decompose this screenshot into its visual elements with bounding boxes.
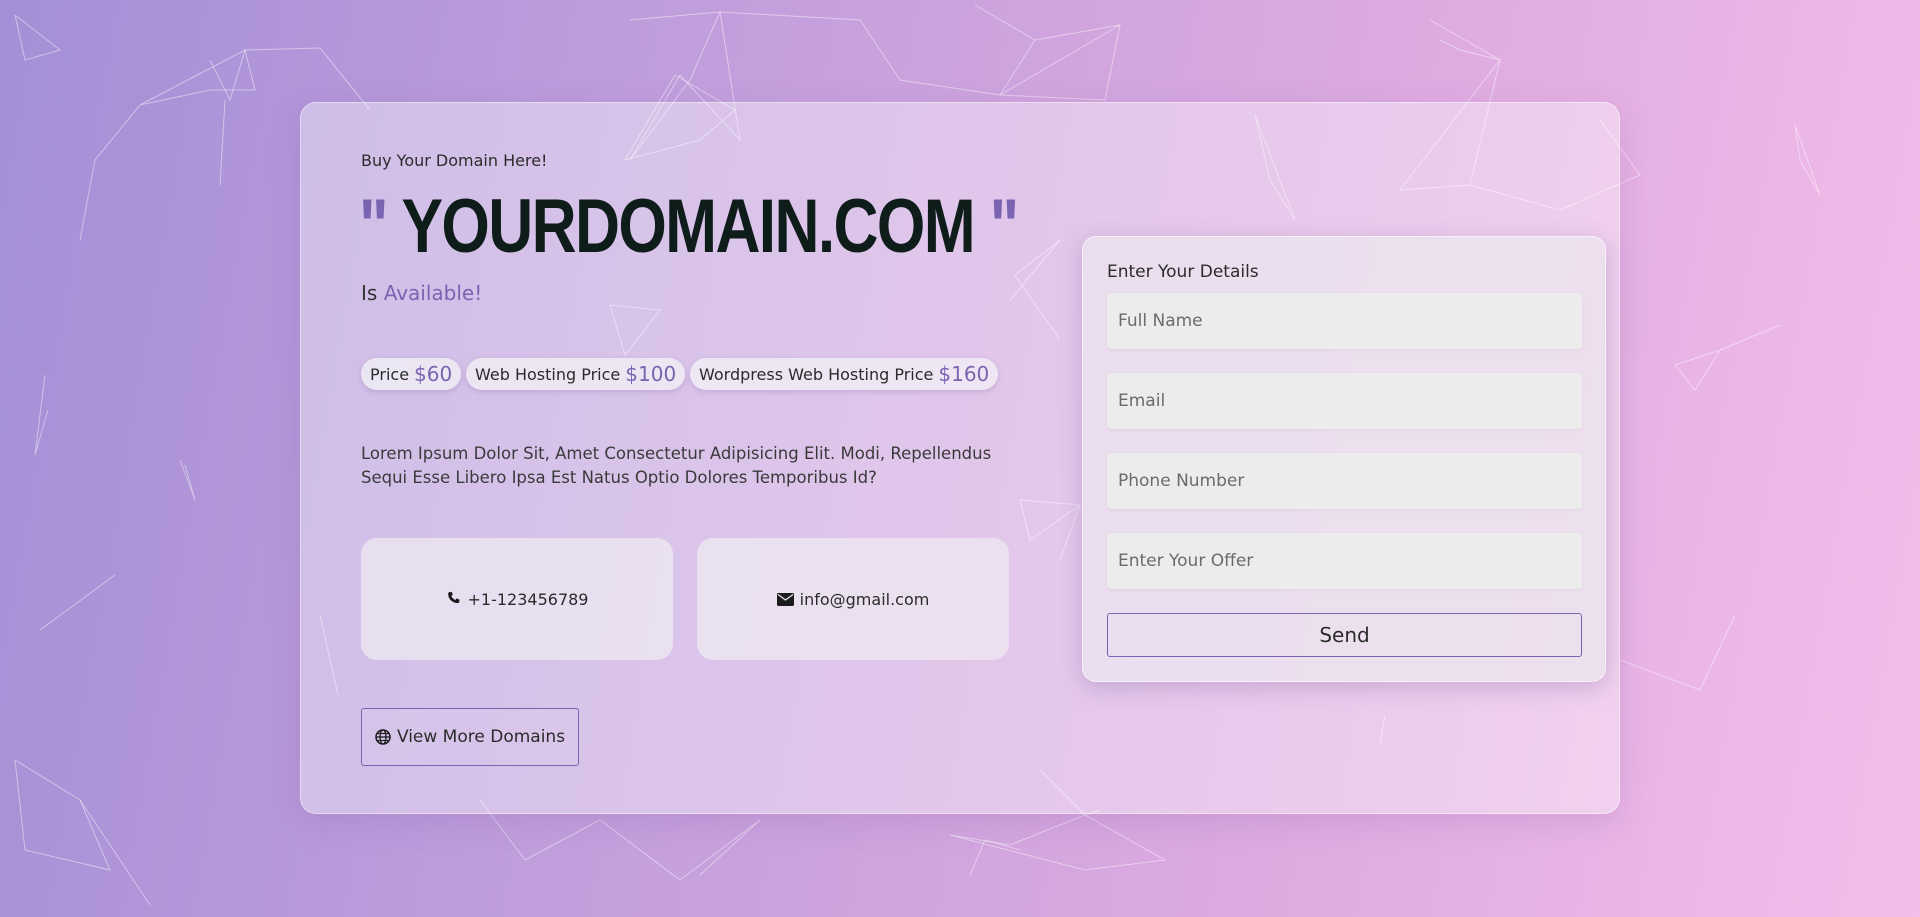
availability-prefix: Is — [361, 281, 378, 305]
price-pill-domain: Price $60 — [361, 358, 462, 390]
price-pill-web-hosting: Web Hosting Price $100 — [466, 358, 686, 390]
globe-icon — [375, 729, 391, 745]
phone-number-input[interactable] — [1107, 453, 1582, 509]
description-text: Lorem Ipsum Dolor Sit, Amet Consectetur … — [361, 444, 992, 487]
email-contact-card[interactable]: info@gmail.com — [697, 538, 1009, 660]
price-amount: $160 — [938, 362, 990, 386]
phone-icon — [447, 591, 460, 604]
kicker-text: Buy Your Domain Here! — [361, 151, 548, 170]
full-name-input[interactable] — [1107, 293, 1582, 349]
envelope-icon — [776, 592, 794, 606]
view-more-domains-label: View More Domains — [396, 727, 566, 747]
email-input[interactable] — [1107, 373, 1582, 429]
email-address: info@gmail.com — [799, 589, 930, 609]
form-title: Enter Your Details — [1107, 262, 1259, 282]
offer-input[interactable] — [1107, 533, 1582, 589]
price-label: Price — [370, 364, 410, 384]
availability-word: Available! — [383, 281, 483, 305]
view-more-domains-button[interactable]: View More Domains — [361, 708, 579, 766]
price-label: Wordpress Web Hosting Price — [699, 364, 934, 384]
send-button[interactable]: Send — [1107, 613, 1582, 657]
availability-status: Is Available! — [361, 281, 482, 305]
phone-contact-card[interactable]: +1-123456789 — [361, 538, 673, 660]
price-label: Web Hosting Price — [475, 364, 621, 384]
close-quote: " — [989, 184, 1020, 269]
price-amount: $60 — [414, 362, 453, 386]
open-quote: " — [359, 184, 389, 269]
domain-name: YOURDOMAIN.COM — [401, 184, 975, 269]
price-amount: $100 — [625, 362, 677, 386]
phone-number: +1-123456789 — [467, 589, 589, 609]
price-pill-wordpress-hosting: Wordpress Web Hosting Price $160 — [690, 358, 999, 390]
domain-title: " YOURDOMAIN.COM " — [359, 183, 1020, 271]
